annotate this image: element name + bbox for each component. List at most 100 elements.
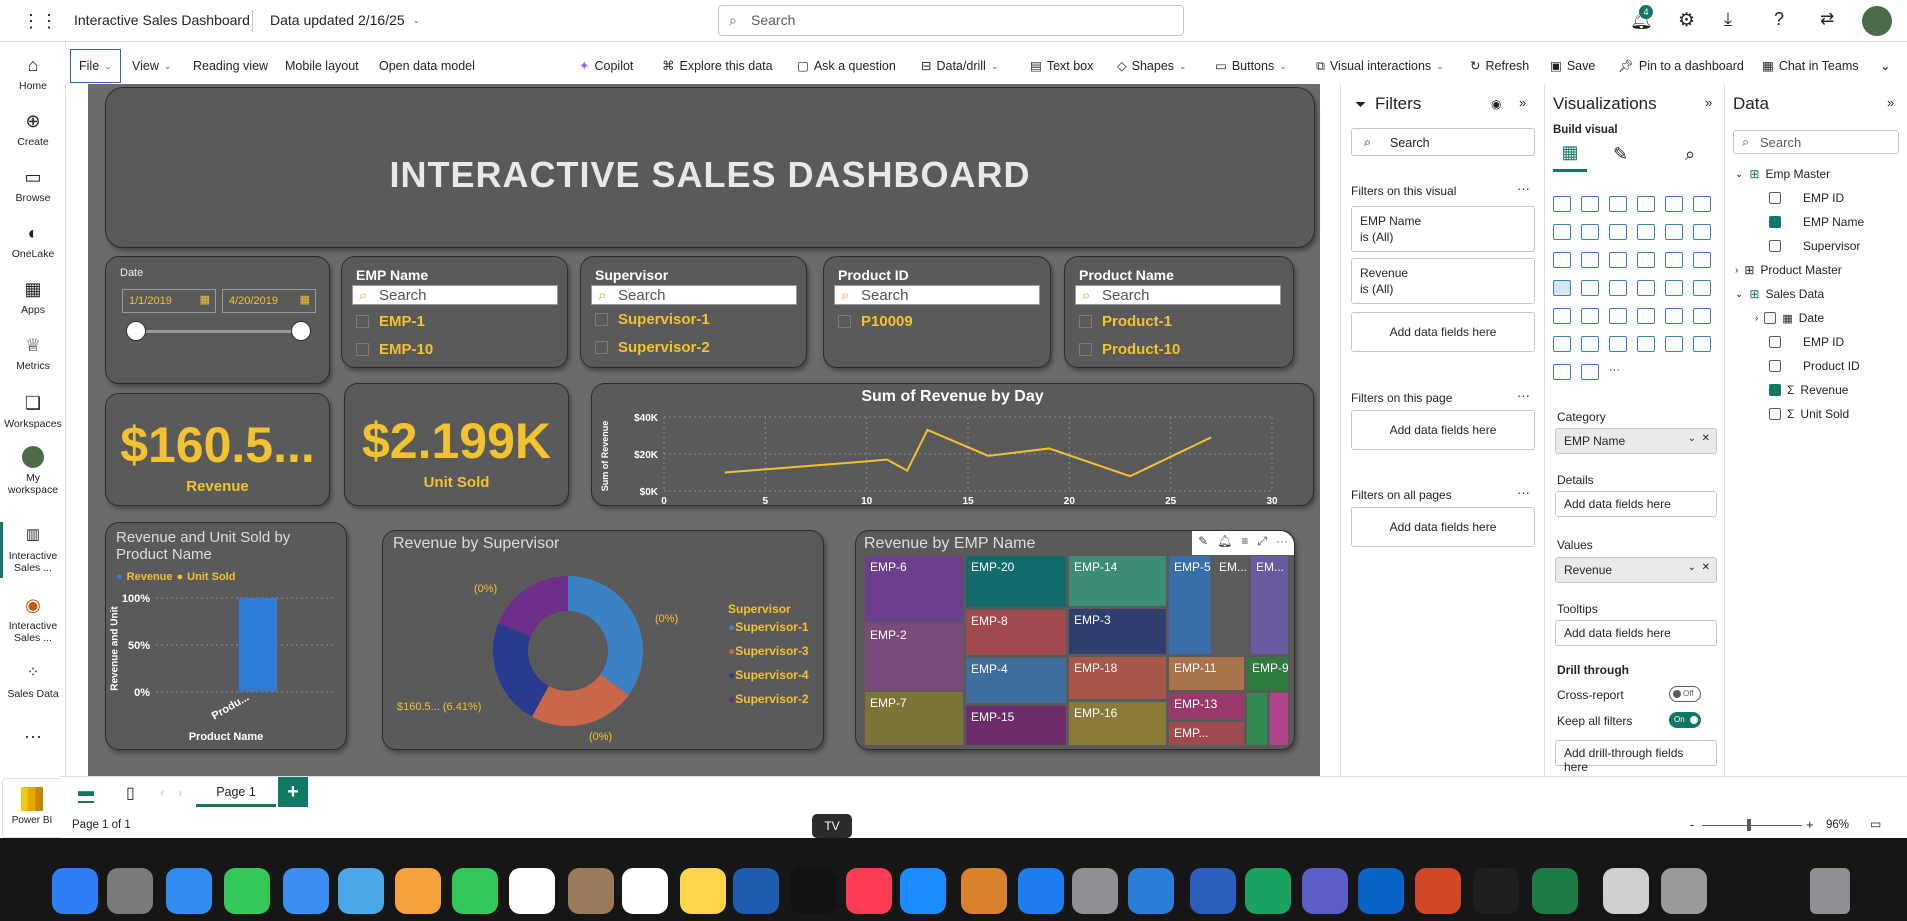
chevron-down-icon[interactable]: ⌄ — [1688, 433, 1696, 444]
share-icon[interactable]: ⇄ — [1820, 9, 1834, 29]
visual-type-icon[interactable] — [1637, 252, 1655, 268]
notes-icon[interactable] — [680, 868, 726, 914]
chevron-down-icon[interactable]: ⌄ — [1688, 562, 1696, 573]
visual-interactions-menu[interactable]: ⧉ Visual interactions ⌄ — [1316, 48, 1444, 84]
visual-type-icon[interactable] — [1609, 196, 1627, 212]
checkbox[interactable] — [1079, 343, 1092, 356]
app-store-icon[interactable] — [1072, 868, 1118, 914]
visual-type-icon[interactable] — [1553, 308, 1571, 324]
visual-type-icon[interactable] — [1637, 308, 1655, 324]
checkbox[interactable] — [1769, 240, 1781, 252]
field-item[interactable]: EMP ID — [1769, 335, 1844, 349]
checkbox-checked[interactable] — [1769, 216, 1781, 228]
treemap-cell[interactable]: EMP-2 — [864, 623, 964, 691]
powerbi-switcher[interactable]: Power BI — [2, 778, 62, 838]
table-emp-master[interactable]: ⌄ ⊞ Emp Master — [1735, 167, 1830, 181]
treemap-cell[interactable]: EMP-8 — [965, 609, 1067, 656]
visual-type-icon[interactable] — [1665, 280, 1683, 296]
title-banner[interactable]: INTERACTIVE SALES DASHBOARD — [105, 87, 1315, 248]
checkbox[interactable] — [1769, 336, 1781, 348]
more-options-icon[interactable]: ··· — [1517, 388, 1530, 403]
visual-type-icon[interactable] — [1553, 224, 1571, 240]
music-icon[interactable] — [846, 868, 892, 914]
treemap-cell[interactable]: EMP-20 — [965, 555, 1067, 608]
open-data-model-button[interactable]: Open data model — [379, 48, 475, 84]
slicer-item[interactable]: Supervisor-2 — [595, 339, 710, 356]
visual-type-icon[interactable] — [1581, 280, 1599, 296]
treemap-cell[interactable]: EMP-15 — [965, 705, 1067, 746]
checkbox[interactable] — [595, 313, 608, 326]
checkbox[interactable] — [1769, 408, 1781, 420]
date-slicer[interactable]: Date 1/1/2019 ▦ 4/20/2019 ▦ — [105, 256, 330, 384]
remove-icon[interactable]: ✕ — [1702, 433, 1710, 444]
data-search-input[interactable]: ⌕ Search — [1733, 130, 1899, 154]
visual-type-icon[interactable] — [1637, 224, 1655, 240]
tooltips-add-well[interactable]: Add data fields here — [1555, 620, 1717, 646]
nav-metrics[interactable]: ♕ Metrics — [0, 334, 66, 372]
visual-type-icon[interactable] — [1637, 336, 1655, 352]
visual-type-icon[interactable] — [1693, 252, 1711, 268]
slicer-search-input[interactable]: ⌕ Search — [352, 285, 558, 305]
slicer-search-input[interactable]: ⌕ Search — [591, 285, 797, 305]
date-end-input[interactable]: 4/20/2019 ▦ — [222, 289, 316, 313]
treemap-cell[interactable]: EMP-11 — [1168, 656, 1245, 691]
slicer-search-input[interactable]: ⌕ Search — [1075, 285, 1281, 305]
apple-tv-icon[interactable] — [790, 868, 836, 914]
unit-sold-kpi-card[interactable]: $2.199K Unit Sold — [344, 383, 569, 506]
more-options-icon[interactable]: ··· — [1517, 181, 1530, 196]
add-page-filter-well[interactable]: Add data fields here — [1351, 410, 1535, 450]
shapes-menu[interactable]: ◇ Shapes ⌄ — [1117, 48, 1187, 84]
trash-icon[interactable] — [1810, 868, 1850, 914]
table-sales-data[interactable]: ⌄ ⊞ Sales Data — [1735, 287, 1824, 301]
visual-type-icon[interactable] — [1637, 196, 1655, 212]
product-id-slicer[interactable]: Product ID ⌕ Search P10009 — [823, 256, 1051, 368]
visual-type-icon[interactable] — [1693, 196, 1711, 212]
zoom-in-button[interactable]: + — [1806, 817, 1814, 832]
nav-apps[interactable]: ▦ Apps — [0, 278, 66, 316]
collapse-icon[interactable]: » — [1887, 95, 1894, 110]
add-page-button[interactable]: + — [278, 777, 308, 807]
slicer-item[interactable]: Supervisor-1 — [595, 311, 710, 328]
nav-workspaces[interactable]: ❏ Workspaces — [0, 392, 66, 430]
freeform-icon[interactable] — [733, 868, 779, 914]
download-icon[interactable]: ⤓ — [1724, 9, 1732, 30]
slicer-item[interactable]: Product-10 — [1079, 341, 1180, 358]
field-item[interactable]: Product ID — [1769, 359, 1860, 373]
product-name-slicer[interactable]: Product Name ⌕ Search Product-1 Product-1… — [1064, 256, 1294, 368]
cross-report-toggle[interactable]: Off — [1669, 686, 1701, 702]
treemap-cell[interactable]: EMP-3 — [1068, 608, 1167, 655]
eye-icon[interactable]: ◉ — [1491, 97, 1501, 111]
visual-type-icon[interactable] — [1581, 224, 1599, 240]
visual-type-icon[interactable] — [1553, 364, 1571, 380]
nav-create[interactable]: ⊕ Create — [0, 110, 66, 148]
visual-type-icon[interactable] — [1581, 308, 1599, 324]
slicer-item[interactable]: P10009 — [838, 313, 913, 330]
launchpad-icon[interactable] — [107, 868, 153, 914]
category-field-pill[interactable]: EMP Name ⌄ ✕ — [1555, 428, 1717, 454]
visual-type-icon[interactable] — [1553, 336, 1571, 352]
format-visual-tab[interactable]: ✎ — [1613, 144, 1628, 165]
chat-teams-button[interactable]: ▦ Chat in Teams — [1762, 48, 1858, 84]
date-range-start-handle[interactable] — [126, 321, 146, 341]
system-settings-icon[interactable] — [1128, 868, 1174, 914]
explore-data-button[interactable]: ⌘ Explore this data — [662, 48, 773, 84]
pin-dashboard-button[interactable]: 📌︎ Pin to a dashboard — [1618, 48, 1744, 84]
remove-icon[interactable]: ✕ — [1702, 562, 1710, 573]
visual-type-icon[interactable] — [1693, 308, 1711, 324]
field-item[interactable]: Σ Revenue — [1769, 383, 1848, 397]
ask-question-button[interactable]: ▢ Ask a question — [797, 48, 896, 84]
treemap-cell[interactable]: EMP-7 — [864, 691, 964, 746]
values-field-pill[interactable]: Revenue ⌄ ✕ — [1555, 557, 1717, 583]
view-menu[interactable]: View ⌄ — [132, 48, 171, 84]
next-page-icon[interactable]: › — [178, 785, 182, 800]
table-product-master[interactable]: › ⊞ Product Master — [1735, 263, 1842, 277]
app-launcher-icon[interactable]: ⋮⋮ — [22, 11, 58, 31]
slicer-item[interactable]: EMP-10 — [356, 341, 433, 358]
revenue-by-emp-treemap[interactable]: Revenue by EMP Name EMP-6 EMP-2 EMP-7 EMP-2… — [855, 530, 1295, 750]
vscode-icon[interactable] — [1190, 868, 1236, 914]
focus-mode-icon[interactable]: ⤢ — [1257, 534, 1267, 552]
powerpoint-icon[interactable] — [1473, 868, 1519, 914]
outlook-icon[interactable] — [1415, 868, 1461, 914]
visual-type-icon[interactable] — [1581, 196, 1599, 212]
fit-page-icon[interactable]: ▭ — [1870, 817, 1881, 831]
